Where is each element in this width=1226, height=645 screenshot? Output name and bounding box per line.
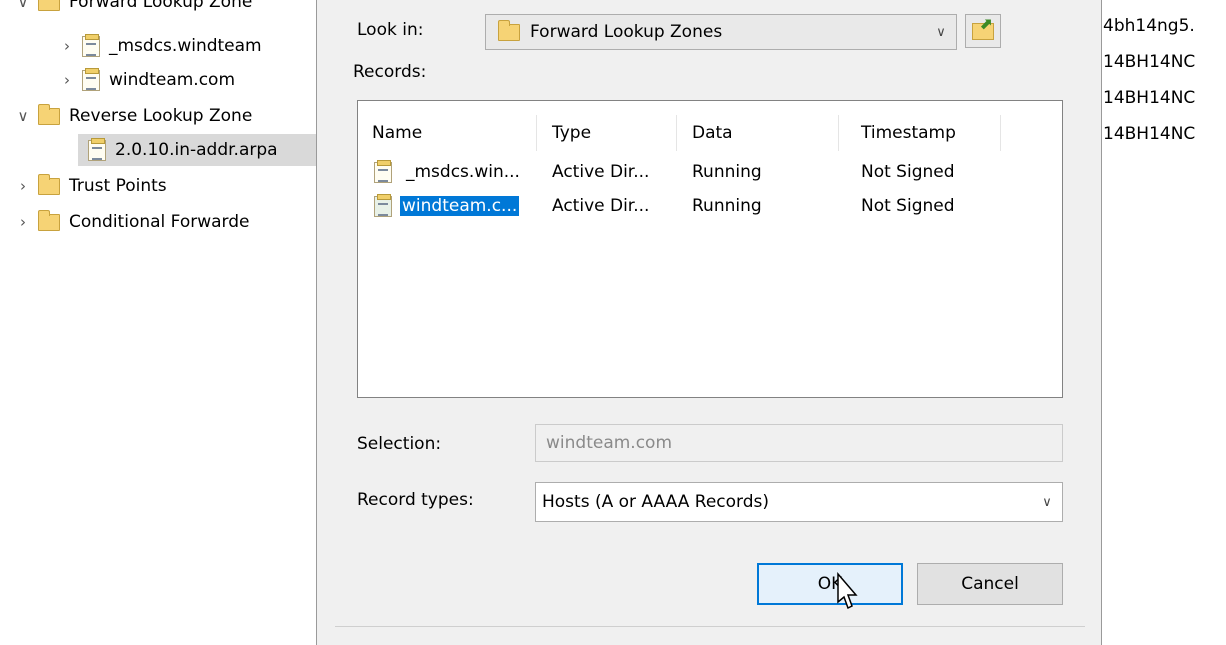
cancel-button[interactable]: Cancel — [917, 563, 1063, 605]
browse-dialog: Look in: Forward Lookup Zones ∨ ⬈ Record… — [316, 0, 1102, 645]
records-label: Records: — [353, 62, 427, 82]
dns-zone-icon — [88, 137, 106, 161]
dns-zone-icon — [82, 33, 100, 57]
chevron-down-icon[interactable]: ∨ — [12, 0, 34, 11]
column-header-timestamp[interactable]: Timestamp — [861, 117, 956, 149]
tree-item-trust-points[interactable]: › Trust Points — [12, 170, 167, 202]
look-in-dropdown[interactable]: Forward Lookup Zones ∨ — [485, 14, 957, 50]
tree-item-windteam-zone[interactable]: › windteam.com — [56, 64, 235, 96]
folder-icon — [38, 0, 60, 11]
selection-label: Selection: — [357, 434, 442, 454]
dns-zone-icon — [374, 159, 392, 183]
chevron-down-icon[interactable]: ∨ — [926, 25, 956, 40]
folder-icon — [38, 103, 60, 125]
record-types-label: Record types: — [357, 490, 474, 510]
folder-icon — [498, 19, 520, 41]
tree-item-label: Trust Points — [69, 176, 167, 196]
chevron-right-icon[interactable]: › — [56, 71, 78, 89]
record-timestamp: Not Signed — [861, 196, 955, 216]
tree-item-conditional-forwarders[interactable]: › Conditional Forwarde — [12, 206, 250, 238]
selection-value: windteam.com — [546, 433, 673, 453]
folder-icon — [38, 173, 60, 195]
record-type: Active Dir... — [552, 196, 650, 216]
record-name: windteam.c... — [400, 196, 520, 216]
tree-item-label: Conditional Forwarde — [69, 212, 250, 232]
record-type: Active Dir... — [552, 162, 650, 182]
record-name: _msdcs.win... — [406, 162, 520, 182]
record-types-value: Hosts (A or AAAA Records) — [542, 492, 769, 512]
look-in-label: Look in: — [357, 20, 424, 40]
chevron-right-icon[interactable]: › — [56, 37, 78, 55]
up-one-level-button[interactable]: ⬈ — [965, 14, 1001, 48]
record-types-dropdown[interactable]: Hosts (A or AAAA Records) ∨ — [535, 482, 1063, 522]
tree-item-reverse-zone-selected[interactable]: 2.0.10.in-addr.arpa — [78, 134, 316, 166]
selection-field[interactable]: windteam.com — [535, 424, 1063, 462]
chevron-right-icon[interactable]: › — [12, 213, 34, 231]
folder-icon — [38, 209, 60, 231]
tree-item-forward-lookup-zones[interactable]: ∨ Forward Lookup Zone — [12, 0, 252, 18]
tree-item-label: Forward Lookup Zone — [69, 0, 253, 12]
record-data: Running — [692, 196, 762, 216]
chevron-down-icon[interactable]: ∨ — [1032, 495, 1062, 510]
divider — [335, 626, 1085, 627]
records-detail-pane: 4bh14ng5. 14BH14NC 14BH14NC 14BH14NC — [1103, 0, 1226, 645]
record-data: Running — [692, 162, 762, 182]
chevron-right-icon[interactable]: › — [12, 177, 34, 195]
look-in-value: Forward Lookup Zones — [530, 22, 723, 42]
chevron-down-icon[interactable]: ∨ — [12, 107, 34, 125]
record-text: 14BH14NC — [1103, 88, 1196, 108]
tree-item-label: 2.0.10.in-addr.arpa — [115, 140, 278, 160]
folder-up-icon: ⬈ — [972, 14, 994, 40]
column-header-type[interactable]: Type — [552, 117, 591, 149]
tree-item-msdcs-zone[interactable]: › _msdcs.windteam — [56, 30, 262, 62]
table-row-selected[interactable]: windteam.c... Active Dir... Running Not … — [370, 191, 1010, 221]
table-row[interactable]: _msdcs.win... Active Dir... Running Not … — [370, 157, 1010, 187]
dns-zone-icon — [82, 67, 100, 91]
dns-zone-icon — [374, 193, 392, 217]
record-text: 14BH14NC — [1103, 52, 1196, 72]
record-text: 4bh14ng5. — [1103, 16, 1195, 36]
records-list[interactable]: Name Type Data Timestamp _msdcs.win... A… — [357, 100, 1063, 398]
record-text: 14BH14NC — [1103, 124, 1196, 144]
dns-tree-pane: ∨ Forward Lookup Zone › _msdcs.windteam … — [0, 0, 316, 645]
column-header-name[interactable]: Name — [372, 117, 422, 149]
tree-item-reverse-lookup-zones[interactable]: ∨ Reverse Lookup Zone — [12, 100, 252, 132]
tree-item-label: _msdcs.windteam — [109, 36, 262, 56]
tree-item-label: Reverse Lookup Zone — [69, 106, 253, 126]
mouse-cursor-icon — [837, 572, 858, 610]
column-header-data[interactable]: Data — [692, 117, 733, 149]
tree-item-label: windteam.com — [109, 70, 236, 90]
cancel-button-label: Cancel — [961, 574, 1019, 594]
record-timestamp: Not Signed — [861, 162, 955, 182]
